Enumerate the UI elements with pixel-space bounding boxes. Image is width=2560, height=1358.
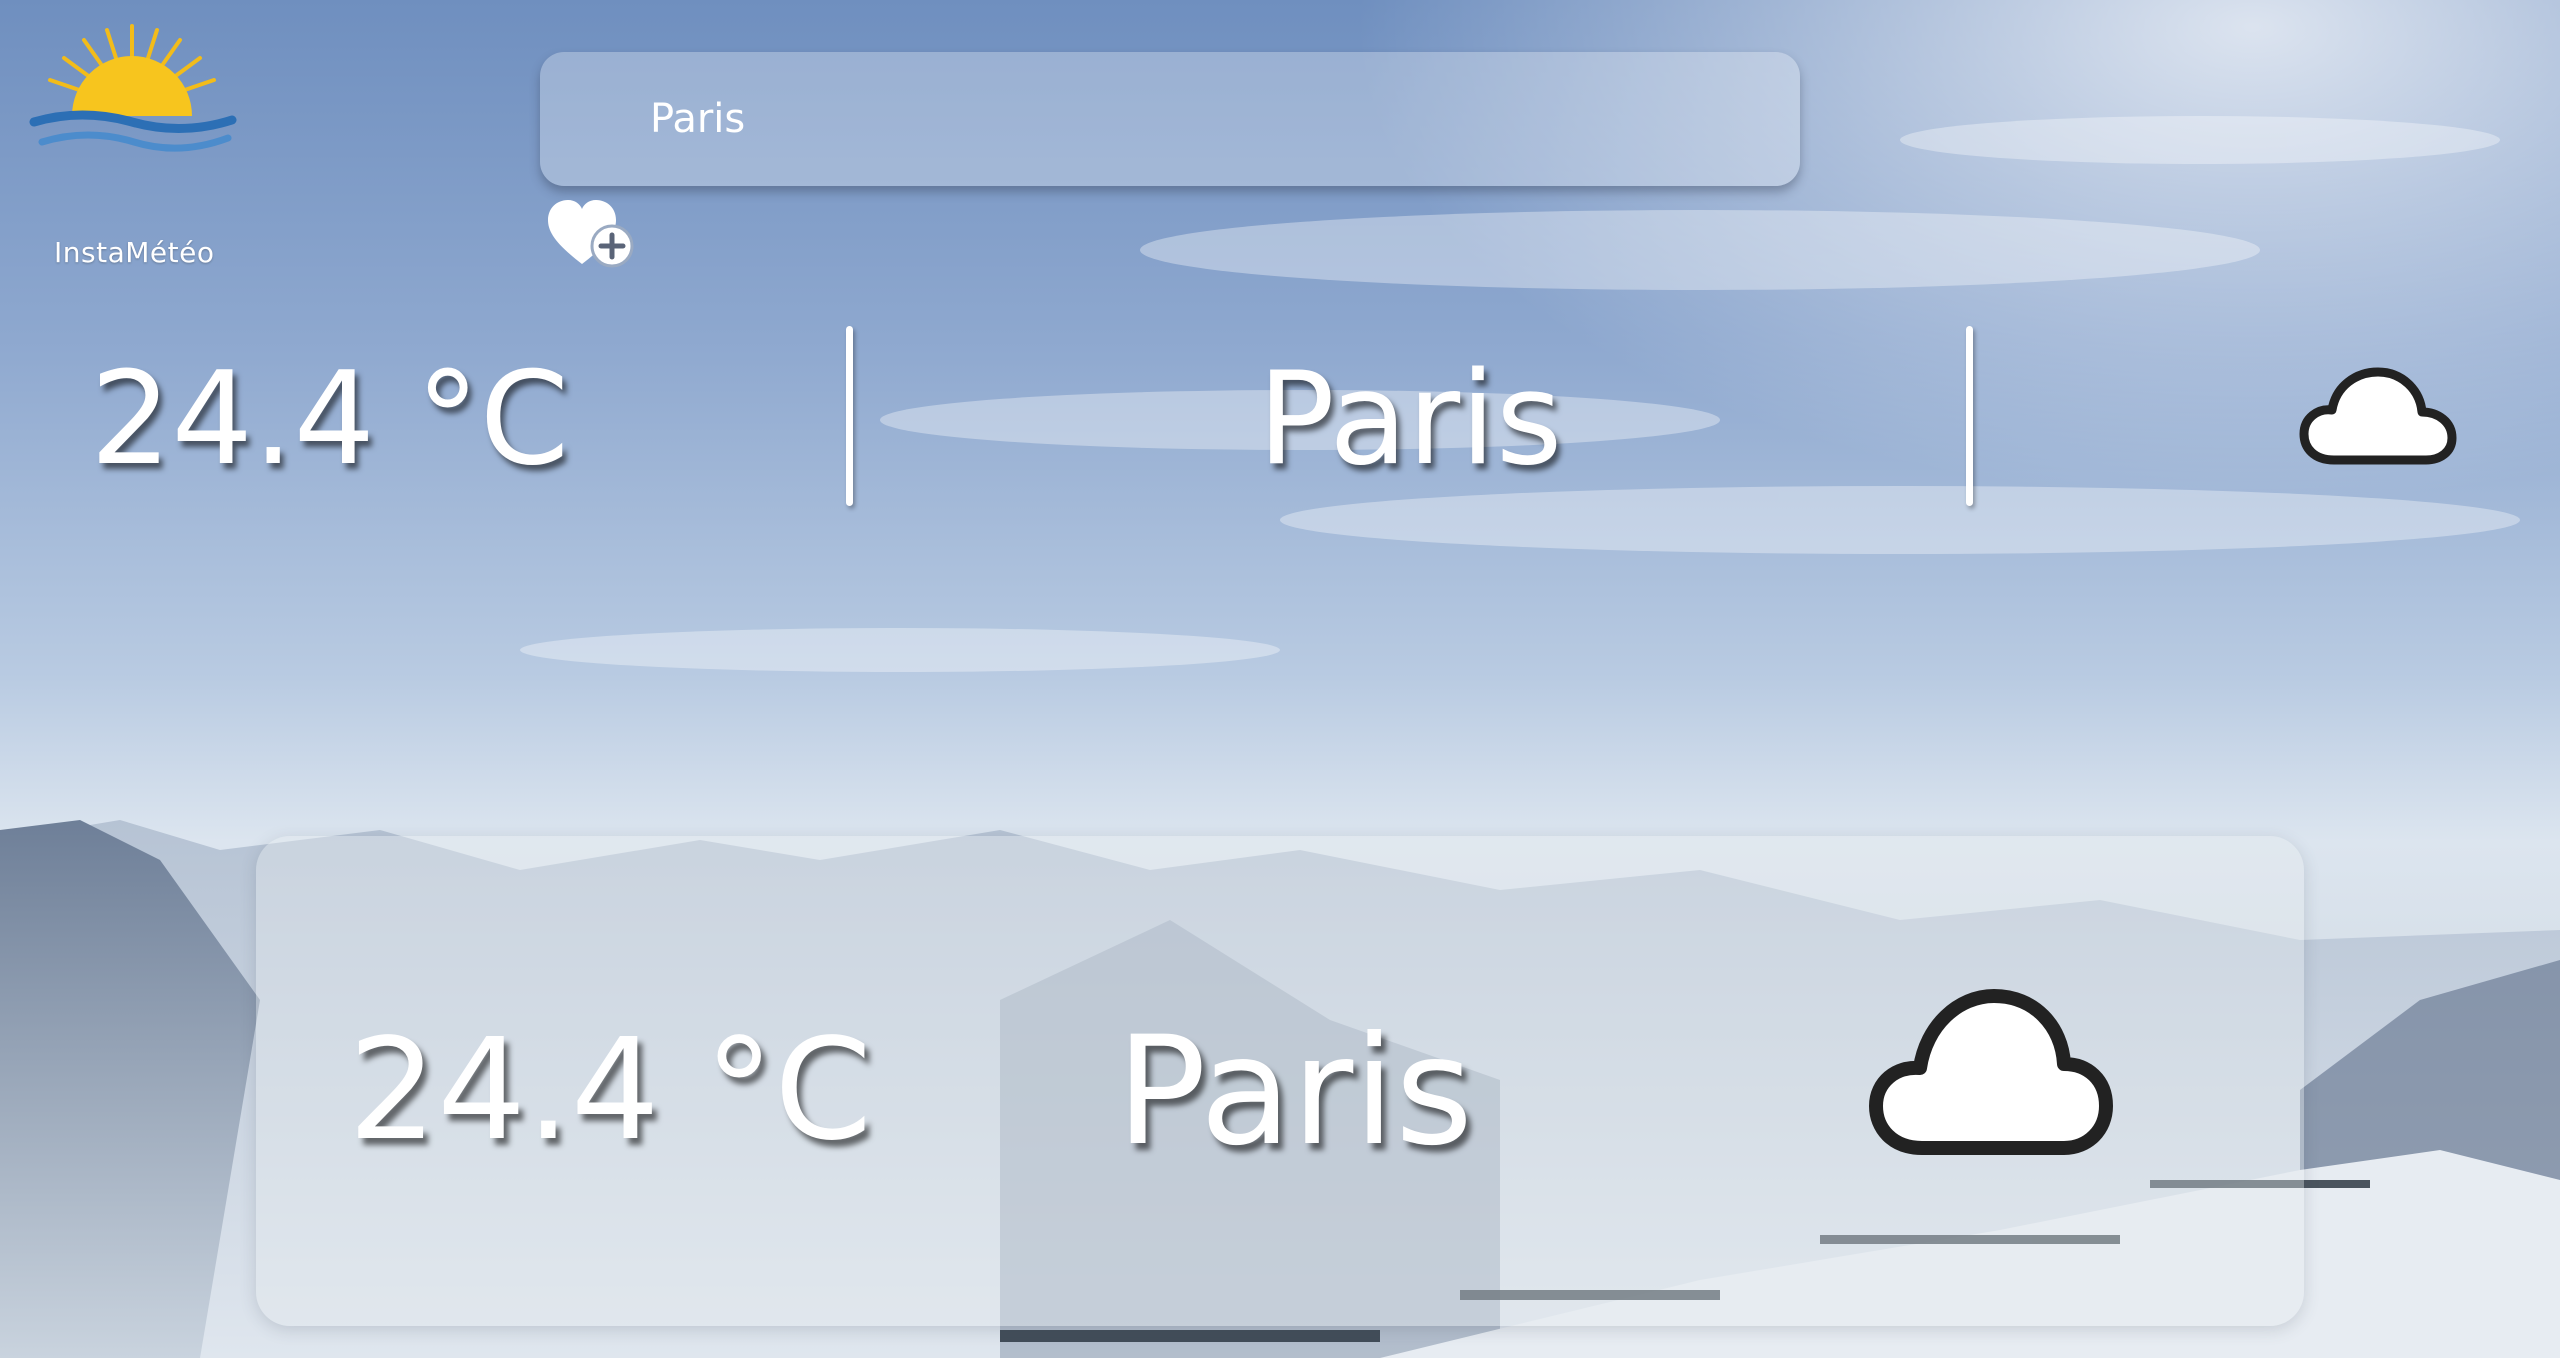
divider-left [846,326,853,506]
brand-name: InstaMétéo [54,236,215,269]
heart-plus-icon[interactable] [546,198,636,270]
sunrise-over-waves-icon[interactable] [22,18,242,168]
weather-card[interactable]: 24.4 °C Paris [256,836,2304,1326]
card-city: Paris [1116,1005,1474,1179]
card-temperature: 24.4 °C [348,1009,872,1172]
cloud-icon [1869,989,2113,1155]
current-temperature: 24.4 °C [90,345,570,494]
current-city: Paris [1257,345,1563,494]
cloud-icon [2299,367,2457,465]
weather-page: InstaMétéo 24.4 °C Paris 24.4 °C Paris [0,0,2560,1358]
divider-right [1966,326,1973,506]
city-search-input[interactable] [540,52,1800,186]
